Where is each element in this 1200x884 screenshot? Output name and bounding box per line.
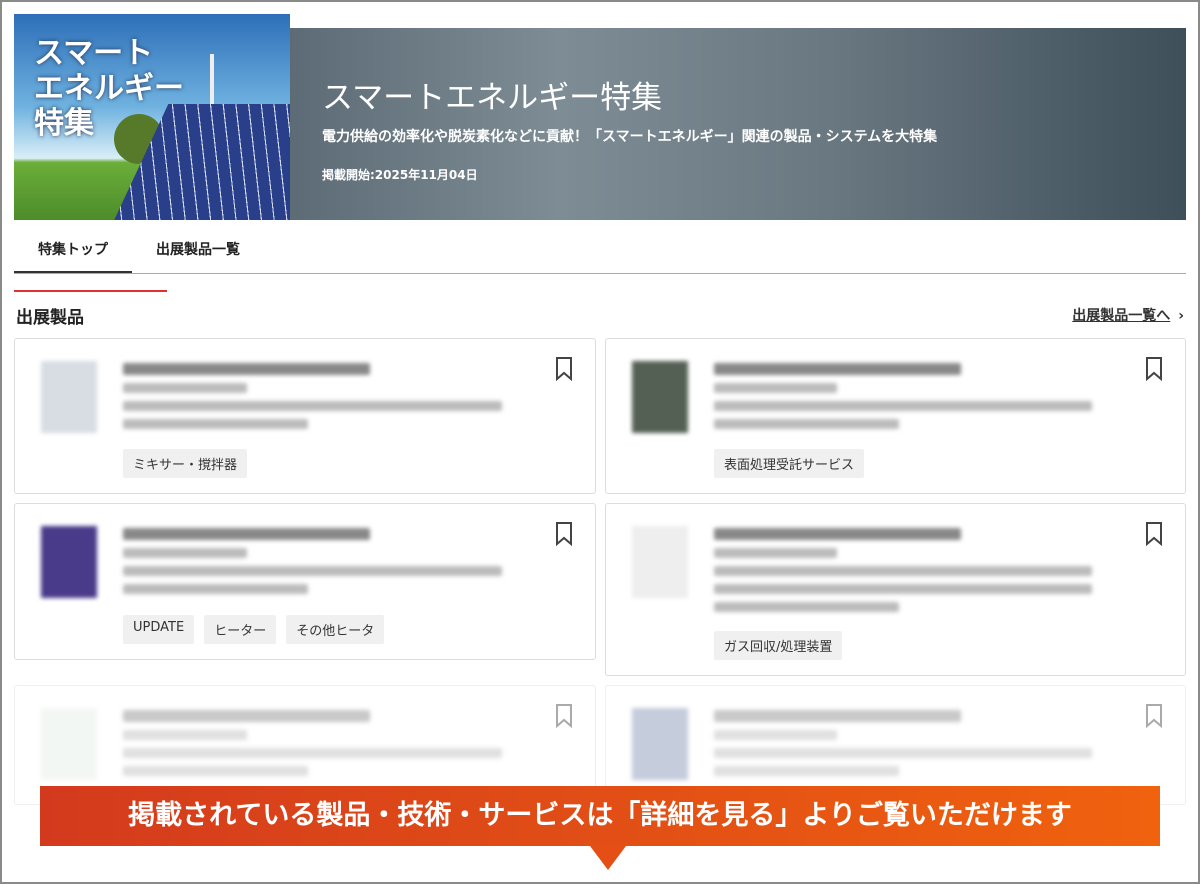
product-description — [123, 401, 503, 411]
company-name[interactable] — [714, 383, 838, 393]
product-description — [714, 419, 899, 429]
tag[interactable]: ヒーター — [204, 615, 277, 644]
tag[interactable]: その他ヒータ — [286, 615, 385, 644]
product-description — [714, 584, 1093, 594]
product-thumbnail[interactable] — [632, 708, 688, 780]
tag-list: ミキサー・撹拌器 — [123, 449, 248, 478]
product-description — [123, 566, 503, 576]
product-title[interactable] — [123, 528, 371, 540]
all-products-link[interactable]: 出展製品一覧へ › — [1072, 305, 1184, 325]
tabs: 特集トップ 出展製品一覧 — [14, 228, 1186, 274]
product-description — [714, 766, 899, 776]
bookmark-icon[interactable] — [555, 704, 573, 728]
tab-product-list[interactable]: 出展製品一覧 — [132, 228, 264, 273]
callout-banner: 掲載されている製品・技術・サービスは「詳細を見る」よりご覧いただけます — [40, 786, 1160, 870]
product-title[interactable] — [123, 363, 371, 375]
product-title[interactable] — [714, 363, 961, 375]
product-thumbnail[interactable] — [632, 361, 688, 433]
product-card[interactable]: ミキサー・撹拌器 — [14, 338, 596, 494]
product-title[interactable] — [714, 528, 961, 540]
bookmark-icon[interactable] — [1145, 522, 1163, 546]
product-thumbnail[interactable] — [41, 526, 97, 598]
product-description — [123, 748, 503, 758]
feature-banner-image: スマート エネルギー 特集 — [14, 14, 290, 220]
all-products-link-label: 出展製品一覧へ — [1072, 308, 1171, 324]
product-card[interactable]: 表面処理受託サービス — [605, 338, 1186, 494]
product-description — [714, 602, 899, 612]
hero-subtitle: 電力供給の効率化や脱炭素化などに貢献！「スマートエネルギー」関連の製品・システム… — [322, 129, 938, 145]
product-description — [123, 766, 309, 776]
tag[interactable]: ミキサー・撹拌器 — [123, 449, 248, 478]
product-description — [714, 401, 1093, 411]
bookmark-icon[interactable] — [555, 522, 573, 546]
product-card[interactable]: UPDATE ヒーター その他ヒータ — [14, 503, 596, 660]
tag[interactable]: ガス回収/処理装置 — [714, 631, 843, 660]
page-title: スマートエネルギー特集 — [322, 80, 663, 116]
chevron-right-icon: › — [1178, 308, 1184, 324]
company-name[interactable] — [714, 548, 838, 558]
product-thumbnail[interactable] — [41, 361, 97, 433]
product-description — [714, 566, 1093, 576]
product-title[interactable] — [123, 710, 371, 722]
tag-list: ガス回収/処理装置 — [714, 631, 843, 660]
publish-date: 掲載開始:2025年11月04日 — [322, 168, 478, 182]
product-title[interactable] — [714, 710, 961, 722]
company-name[interactable] — [714, 730, 838, 740]
company-name[interactable] — [123, 548, 247, 558]
product-description — [714, 748, 1093, 758]
product-thumbnail[interactable] — [632, 526, 688, 598]
bookmark-icon[interactable] — [1145, 357, 1163, 381]
section-title: 出展製品 — [16, 308, 84, 328]
product-thumbnail[interactable] — [41, 708, 97, 780]
company-name[interactable] — [123, 383, 247, 393]
tag[interactable]: 表面処理受託サービス — [714, 449, 865, 478]
hero-band: スマートエネルギー特集 電力供給の効率化や脱炭素化などに貢献！「スマートエネルギ… — [290, 28, 1186, 220]
tab-feature-top[interactable]: 特集トップ — [14, 228, 132, 273]
banner-logo-text: スマート エネルギー 特集 — [34, 36, 184, 141]
tag[interactable]: UPDATE — [123, 615, 195, 644]
section-accent-line — [14, 290, 167, 292]
bookmark-icon[interactable] — [1145, 704, 1163, 728]
tag-list: UPDATE ヒーター その他ヒータ — [123, 615, 385, 644]
product-description — [123, 419, 309, 429]
product-description — [123, 584, 309, 594]
product-card[interactable]: ガス回収/処理装置 — [605, 503, 1186, 676]
tag-list: 表面処理受託サービス — [714, 449, 865, 478]
bookmark-icon[interactable] — [555, 357, 573, 381]
company-name[interactable] — [123, 730, 247, 740]
